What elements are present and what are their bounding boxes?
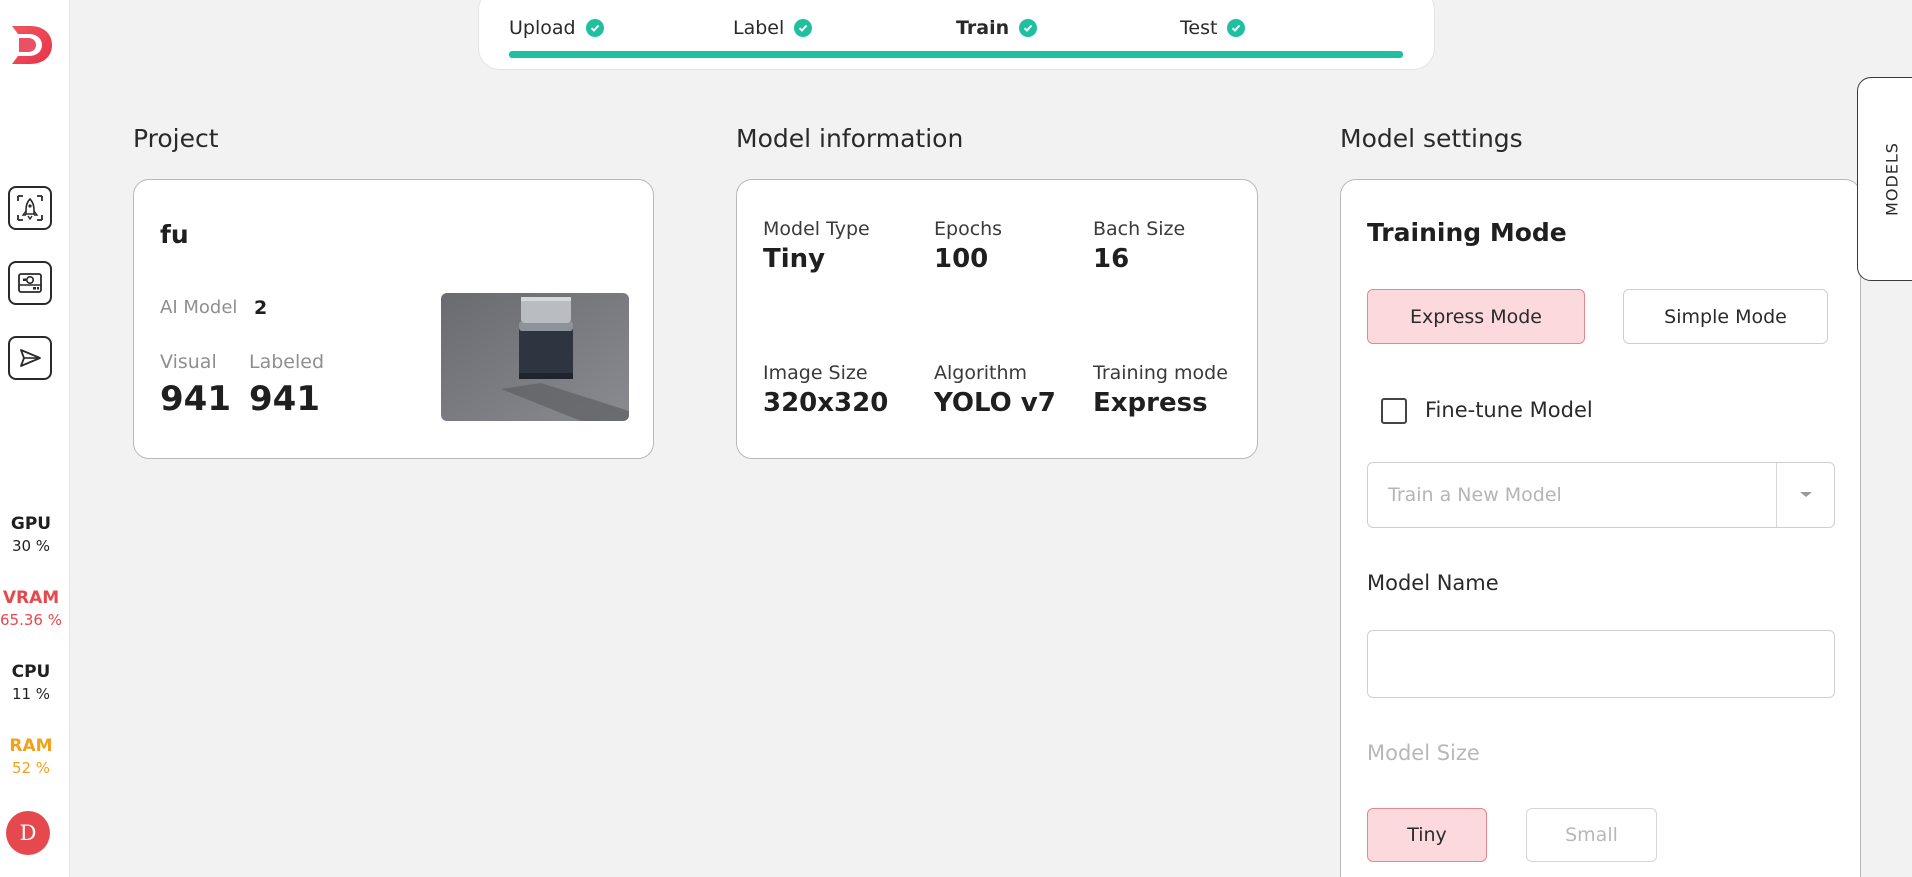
visual-label: Visual [160,351,217,373]
size-small-button[interactable]: Small [1526,808,1657,862]
info-key: Epochs [934,218,1003,240]
fine-tune-label: Fine-tune Model [1425,398,1593,422]
camera-icon [18,273,42,293]
step-label[interactable]: Label [733,17,813,39]
model-size-label: Model Size [1367,741,1480,765]
model-name-input[interactable] [1367,630,1835,698]
models-tab-label: MODELS [1882,142,1902,216]
step-upload-label: Upload [509,17,576,39]
gpu-label: GPU [10,514,52,534]
ram-value: 52 % [11,759,51,777]
vram-label: VRAM [2,588,60,608]
labeled-label: Labeled [249,351,325,373]
nav-train-button[interactable] [8,186,52,230]
info-epochs: Epochs 100 [934,218,1002,274]
info-key: Algorithm [934,362,1028,384]
user-avatar[interactable]: D [6,811,50,855]
nav-send-button[interactable] [8,336,52,380]
training-mode-title: Training Mode [1367,218,1567,247]
info-image-size: Image Size 320x320 [763,362,888,418]
model-settings-section-title: Model settings [1340,124,1523,153]
cpu-label: CPU [11,662,51,682]
info-key: Training mode [1093,362,1228,384]
nav-camera-button[interactable] [8,261,52,305]
step-progress-bar [509,51,1403,58]
vram-stat: VRAM 65.36 % [0,588,62,629]
ai-model-count: 2 [254,297,268,319]
info-value: YOLO v7 [934,388,1056,418]
rocket-icon [17,195,43,221]
project-card[interactable]: fu AI Model 2 Visual Labeled 941 941 [133,179,654,459]
send-icon [20,349,41,367]
ram-label: RAM [9,736,53,756]
sidebar: GPU 30 % VRAM 65.36 % CPU 11 % RAM 52 % … [0,0,70,877]
info-training-mode: Training mode Express [1093,362,1228,418]
simple-mode-button[interactable]: Simple Mode [1623,289,1828,344]
step-label-label: Label [733,17,785,39]
model-name-label: Model Name [1367,571,1499,595]
vram-value: 65.36 % [0,611,62,629]
gpu-value: 30 % [11,537,51,555]
info-key: Image Size [763,362,868,384]
check-icon [585,19,604,37]
workflow-stepper: Upload Label Train Test [478,0,1435,70]
step-test-label: Test [1180,17,1218,39]
check-icon [1227,19,1246,37]
info-key: Model Type [763,218,870,240]
step-train-label: Train [956,17,1010,39]
step-test[interactable]: Test [1180,17,1246,39]
cpu-stat: CPU 11 % [0,662,62,703]
models-side-tab[interactable]: MODELS [1857,77,1912,281]
app-logo[interactable] [6,18,58,70]
project-section-title: Project [133,124,219,153]
info-key: Bach Size [1093,218,1186,240]
step-upload[interactable]: Upload [509,17,604,39]
fine-tune-checkbox[interactable] [1381,398,1407,424]
project-name: fu [160,220,189,249]
gpu-stat: GPU 30 % [0,514,62,555]
info-value: 320x320 [763,388,889,418]
model-info-card: Model Type Tiny Epochs 100 Bach Size 16 … [736,179,1258,459]
project-thumbnail [441,293,629,421]
info-value: 100 [934,244,989,274]
ram-stat: RAM 52 % [0,736,62,777]
size-tiny-button[interactable]: Tiny [1367,808,1487,862]
info-value: Tiny [763,244,826,274]
check-icon [794,19,813,37]
model-settings-card: Training Mode Express Mode Simple Mode F… [1340,179,1861,877]
cpu-value: 11 % [11,685,51,703]
model-info-section-title: Model information [736,124,964,153]
model-select-dropdown[interactable]: Train a New Model [1367,462,1835,528]
step-train[interactable]: Train [956,17,1038,39]
model-select-placeholder: Train a New Model [1388,484,1562,506]
visual-count: 941 [160,379,231,419]
info-algorithm: Algorithm YOLO v7 [934,362,1056,418]
info-value: 16 [1093,244,1130,274]
express-mode-button[interactable]: Express Mode [1367,289,1585,344]
info-value: Express [1093,388,1208,418]
labeled-count: 941 [249,379,320,419]
ai-model-label: AI Model [160,297,238,318]
check-icon [1019,19,1038,37]
chevron-down-icon[interactable] [1776,463,1834,527]
info-batch-size: Bach Size 16 [1093,218,1185,274]
info-model-type: Model Type Tiny [763,218,870,274]
